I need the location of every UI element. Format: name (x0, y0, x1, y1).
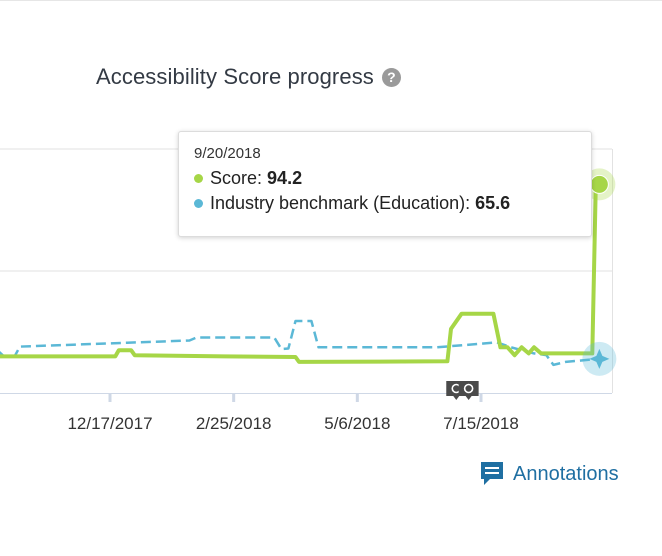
score-legend-dot (194, 174, 203, 183)
tooltip-date: 9/20/2018 (194, 145, 261, 162)
comment-icon (481, 462, 503, 485)
x-tick-label: 017 (0, 414, 1, 433)
x-tick-label: 5/6/2018 (324, 414, 390, 433)
x-tick-label: 12/17/2017 (67, 414, 152, 433)
x-tick-label: 7/15/2018 (443, 414, 519, 433)
score-hover-point (589, 174, 609, 194)
x-tick-mark (232, 394, 236, 402)
annotation-markers[interactable] (446, 381, 479, 400)
x-tick-label: 2/25/2018 (196, 414, 272, 433)
tooltip-score-name: Score: (210, 168, 263, 188)
annotations-label[interactable]: Annotations (513, 463, 619, 486)
x-tick-mark (108, 394, 112, 402)
x-tick-mark (355, 394, 359, 402)
x-axis-ticks: 017 12/17/2017 2/25/2018 5/6/2018 7/15/2018 (0, 394, 519, 433)
tooltip-score-value: 94.2 (267, 168, 303, 188)
chart-tooltip: 9/20/2018 Score: 94.2 Industry benchmark… (178, 131, 592, 237)
annotation-marker[interactable] (458, 381, 479, 400)
tooltip-benchmark-value: 65.6 (475, 193, 511, 213)
tooltip-row-benchmark: Industry benchmark (Education): 65.6 (194, 191, 591, 216)
tooltip-benchmark-name: Industry benchmark (Education): (210, 193, 471, 213)
annotations-link[interactable]: Annotations (480, 460, 619, 488)
tooltip-row-score: Score: 94.2 (194, 166, 591, 191)
benchmark-legend-dot (194, 199, 203, 208)
x-tick-mark (479, 394, 483, 402)
